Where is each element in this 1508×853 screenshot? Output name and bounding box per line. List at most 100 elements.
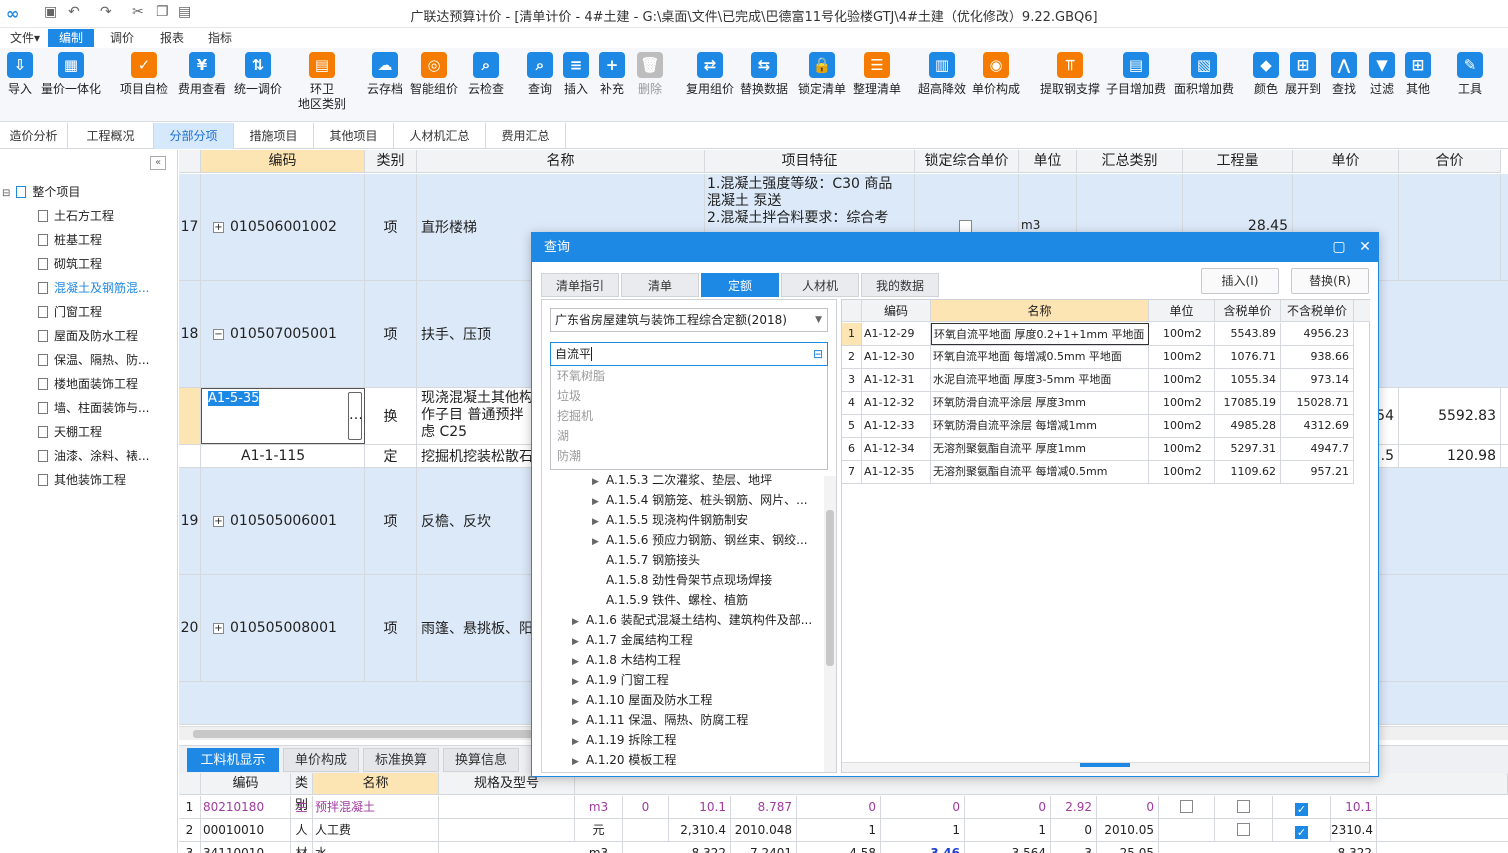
table-row[interactable]: 2 00010010 人 人工费 元 2,310.4 2010.048 1 1 …: [179, 819, 1508, 842]
header-code[interactable]: 编码: [201, 150, 365, 173]
tree-node[interactable]: ▶ A.1.9 门窗工程: [572, 670, 669, 690]
ribbon-height-reduce-button[interactable]: ▥ 超高降效: [916, 52, 968, 97]
tree-item[interactable]: 油漆、涂料、裱...: [38, 445, 149, 467]
checkbox[interactable]: [1237, 800, 1250, 813]
tab-other-items[interactable]: 其他项目: [314, 123, 394, 149]
ribbon-steel-support-button[interactable]: ⫪ 提取钢支撑: [1038, 52, 1102, 97]
expand-arrow-icon[interactable]: ▶: [572, 752, 586, 772]
vertical-scrollbar[interactable]: [824, 476, 836, 772]
expand-arrow-icon[interactable]: ▶: [572, 672, 586, 692]
expand-row-icon[interactable]: +: [213, 622, 224, 634]
expand-row-icon[interactable]: +: [213, 515, 224, 527]
table-row[interactable]: 3 34110010 材 水 m3 8.322 7.2401 4.58 3.46…: [179, 842, 1508, 853]
ribbon-cloud-archive-button[interactable]: ☁ 云存档: [364, 52, 406, 97]
row-code-cell[interactable]: +010505006001: [201, 468, 365, 574]
tab-cost-analysis[interactable]: 造价分析: [0, 123, 68, 149]
header-tax-price[interactable]: 含税单价: [1215, 300, 1281, 322]
checkbox-checked[interactable]: ✓: [1295, 803, 1308, 816]
row-checkbox-cell[interactable]: ✓: [1273, 819, 1331, 841]
header-summary-type[interactable]: 汇总类别: [1077, 150, 1183, 173]
tree-item[interactable]: 桩基工程: [38, 229, 102, 251]
maximize-icon[interactable]: ▢: [1326, 233, 1352, 262]
table-row[interactable]: 1 80210180 主 预拌混凝土 m3 0 10.1 8.787 0 0 0…: [179, 796, 1508, 819]
tree-item-selected[interactable]: 混凝土及钢筋混...: [38, 277, 149, 299]
suggestion-item[interactable]: 挖掘机: [557, 406, 593, 426]
ribbon-expand-button[interactable]: ⊞ 展开到: [1284, 52, 1322, 97]
ribbon-tools-button[interactable]: ✎ 工具: [1454, 52, 1486, 97]
ribbon-unified-price-button[interactable]: ⇅ 统一调价: [232, 52, 284, 97]
tab-measures[interactable]: 措施项目: [234, 123, 314, 149]
results-horizontal-scrollbar[interactable]: [842, 762, 1369, 772]
tab-list-guide[interactable]: 清单指引: [541, 273, 619, 297]
suggestion-item[interactable]: 环氧树脂: [557, 366, 605, 386]
expand-arrow-icon[interactable]: ▶: [592, 472, 606, 492]
tab-quota[interactable]: 定额: [701, 273, 779, 297]
result-row[interactable]: 7 A1-12-35 无溶剂聚氨酯自流平 每增减0.5mm 100m2 1109…: [842, 461, 1354, 484]
expand-arrow-icon[interactable]: ▶: [592, 492, 606, 512]
tree-node[interactable]: A.1.5.7 钢筋接头: [606, 550, 700, 570]
header-type[interactable]: 类别: [365, 150, 417, 173]
tree-item[interactable]: 屋面及防水工程: [38, 325, 138, 347]
scrollbar-thumb[interactable]: [826, 510, 834, 666]
ribbon-area-fee-button[interactable]: ▧ 面积增加费: [1172, 52, 1236, 97]
expand-row-icon[interactable]: +: [213, 221, 224, 233]
result-row[interactable]: 3 A1-12-31 水泥自流平地面 厚度3-5mm 平地面 100m2 105…: [842, 369, 1354, 392]
ellipsis-button[interactable]: …: [348, 392, 363, 440]
close-icon[interactable]: ✕: [1352, 233, 1378, 262]
tab-project-overview[interactable]: 工程概况: [68, 123, 154, 149]
tree-item[interactable]: 墙、柱面装饰与...: [38, 397, 149, 419]
ribbon-fee-view-button[interactable]: ¥ 费用查看: [176, 52, 228, 97]
tab-sub-items[interactable]: 分部分项: [154, 123, 234, 149]
header-total[interactable]: 合价: [1399, 150, 1501, 173]
ribbon-supplement-button[interactable]: + 补充: [596, 52, 628, 97]
header-name[interactable]: 名称: [931, 300, 1149, 322]
ribbon-replace-data-button[interactable]: ⇆ 替换数据: [738, 52, 790, 97]
tree-item[interactable]: 门窗工程: [38, 301, 102, 323]
checkbox[interactable]: [1237, 823, 1250, 836]
row-checkbox-cell[interactable]: [1215, 796, 1273, 818]
ribbon-region-button[interactable]: ▤ 环卫 地区类别: [296, 52, 348, 112]
result-row[interactable]: 4 A1-12-32 环氧防滑自流平涂层 厚度3mm 100m2 17085.1…: [842, 392, 1354, 415]
expand-arrow-icon[interactable]: ▶: [572, 612, 586, 632]
ribbon-integration-button[interactable]: ▦ 量价一体化: [38, 52, 104, 97]
expand-arrow-icon[interactable]: ▶: [572, 632, 586, 652]
header-unit[interactable]: 单位: [1019, 150, 1077, 173]
tab-conversion-info[interactable]: 换算信息: [443, 748, 519, 772]
header-code[interactable]: 编码: [862, 300, 931, 322]
tree-node[interactable]: ▶ A.1.6 装配式混凝土结构、建筑构件及部...: [572, 610, 812, 630]
menu-file[interactable]: 文件▾: [0, 29, 50, 47]
tab-my-data[interactable]: 我的数据: [861, 273, 939, 297]
collapse-row-icon[interactable]: −: [213, 328, 224, 340]
tree-item[interactable]: 土石方工程: [38, 205, 114, 227]
header-code[interactable]: 编码: [201, 773, 291, 795]
ribbon-smart-pricing-button[interactable]: ◎ 智能组价: [408, 52, 460, 97]
search-history-icon[interactable]: ⊟: [813, 343, 823, 365]
suggestion-item[interactable]: 防潮: [557, 446, 581, 466]
tree-node[interactable]: ▶ A.1.11 保温、隔热、防腐工程: [572, 710, 748, 730]
ribbon-other-button[interactable]: ⊞ 其他: [1402, 52, 1434, 97]
expand-arrow-icon[interactable]: ▶: [572, 712, 586, 732]
ribbon-lock-list-button[interactable]: 🔒 锁定清单: [796, 52, 848, 97]
menu-compile[interactable]: 编制: [48, 29, 94, 47]
tab-labor-material[interactable]: 人材机: [781, 273, 859, 297]
tree-node[interactable]: ▶ A.1.8 木结构工程: [572, 650, 681, 670]
checkbox[interactable]: [1180, 800, 1193, 813]
row-checkbox-cell[interactable]: [1159, 819, 1215, 841]
row-checkbox-cell[interactable]: [1159, 796, 1215, 818]
ribbon-cloud-check-button[interactable]: ⌕ 云检查: [464, 52, 508, 97]
tree-item[interactable]: 其他装饰工程: [38, 469, 126, 491]
tab-fee-summary[interactable]: 费用汇总: [486, 123, 566, 149]
tree-expand-icon[interactable]: ⊟: [2, 188, 10, 199]
tree-node[interactable]: ▶ A.1.19 拆除工程: [572, 730, 676, 750]
tree-item[interactable]: 楼地面装饰工程: [38, 373, 138, 395]
header-notax-price[interactable]: 不含税单价: [1281, 300, 1354, 322]
row-code-cell[interactable]: +010506001002: [201, 174, 365, 280]
tree-node[interactable]: ▶ A.1.5.3 二次灌浆、垫层、地坪: [592, 470, 772, 490]
tab-labor-material-display[interactable]: 工料机显示: [187, 748, 279, 772]
row-checkbox-cell[interactable]: [1215, 819, 1273, 841]
tree-item[interactable]: 砌筑工程: [38, 253, 102, 275]
ribbon-organize-list-button[interactable]: ☰ 整理清单: [850, 52, 904, 97]
result-row[interactable]: 5 A1-12-33 环氧防滑自流平涂层 每增减1mm 100m2 4985.2…: [842, 415, 1354, 438]
checkbox-checked[interactable]: ✓: [1295, 826, 1308, 839]
ribbon-unit-price-button[interactable]: ◉ 单价构成: [970, 52, 1022, 97]
